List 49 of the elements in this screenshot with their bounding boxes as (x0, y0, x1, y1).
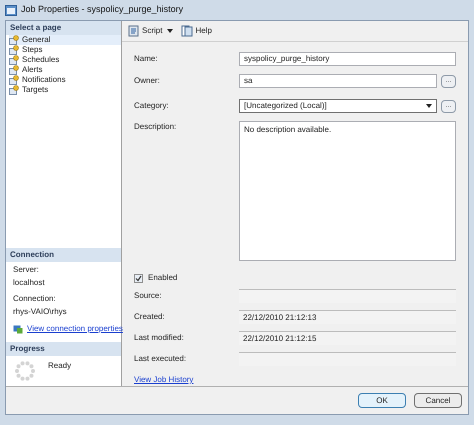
connection-properties-link[interactable]: View connection properties (27, 323, 123, 335)
spinner-icon (14, 360, 36, 382)
connection-label: Connection: (13, 293, 57, 305)
sidebar-item[interactable]: Steps (9, 45, 121, 55)
page-icon (9, 35, 20, 45)
section-header: Select a page (6, 21, 121, 35)
description-label: Description: (134, 121, 178, 133)
name-label: Name: (134, 53, 159, 65)
page-icon (9, 55, 20, 65)
page-icon (9, 75, 20, 85)
properties-icon (13, 324, 23, 334)
name-field[interactable]: syspolicy_purge_history (239, 52, 456, 66)
sidebar-item[interactable]: Schedules (9, 55, 121, 65)
sidebar-item[interactable]: Notifications (9, 75, 121, 85)
dropdown-arrow-icon (426, 104, 432, 108)
caret-icon (167, 29, 174, 33)
server-label: Server: (13, 264, 40, 276)
page-icon (9, 45, 20, 55)
info-label: Source: (134, 290, 163, 302)
description-field[interactable]: No description available. (239, 121, 456, 261)
info-label: Last executed: (134, 353, 188, 365)
window-icon (5, 4, 17, 16)
help-icon (181, 25, 194, 37)
script-icon (128, 25, 140, 37)
script-button[interactable]: Script (128, 25, 174, 37)
checkmark-icon (135, 274, 142, 282)
help-button[interactable]: Help (181, 25, 212, 37)
section-header: Progress (6, 342, 121, 356)
progress-status: Ready (48, 360, 72, 372)
page-icon (9, 65, 20, 75)
window-title: Job Properties - syspolicy_purge_history (21, 3, 184, 16)
cancel-button[interactable]: Cancel (414, 393, 462, 408)
owner-field[interactable]: sa (239, 74, 437, 88)
job-history-link[interactable]: View Job History (134, 374, 194, 386)
owner-label: Owner: (134, 75, 161, 87)
connection-value: rhys-VAIO\rhys (13, 306, 68, 318)
sidebar-item[interactable]: Alerts (9, 65, 121, 75)
enabled-label: Enabled (148, 272, 178, 284)
info-label: Last modified: (134, 332, 185, 344)
info-label: Created: (134, 311, 166, 323)
ok-button[interactable]: OK (358, 393, 406, 408)
category-label: Category: (134, 100, 170, 112)
section-header: Connection (6, 248, 121, 262)
page-icon (9, 85, 20, 95)
enabled-checkbox[interactable] (134, 274, 143, 282)
category-dropdown[interactable]: [Uncategorized (Local)] (239, 99, 437, 113)
server-value: localhost (13, 277, 46, 289)
sidebar-item[interactable]: General (9, 35, 121, 45)
sidebar-item[interactable]: Targets (9, 85, 121, 95)
